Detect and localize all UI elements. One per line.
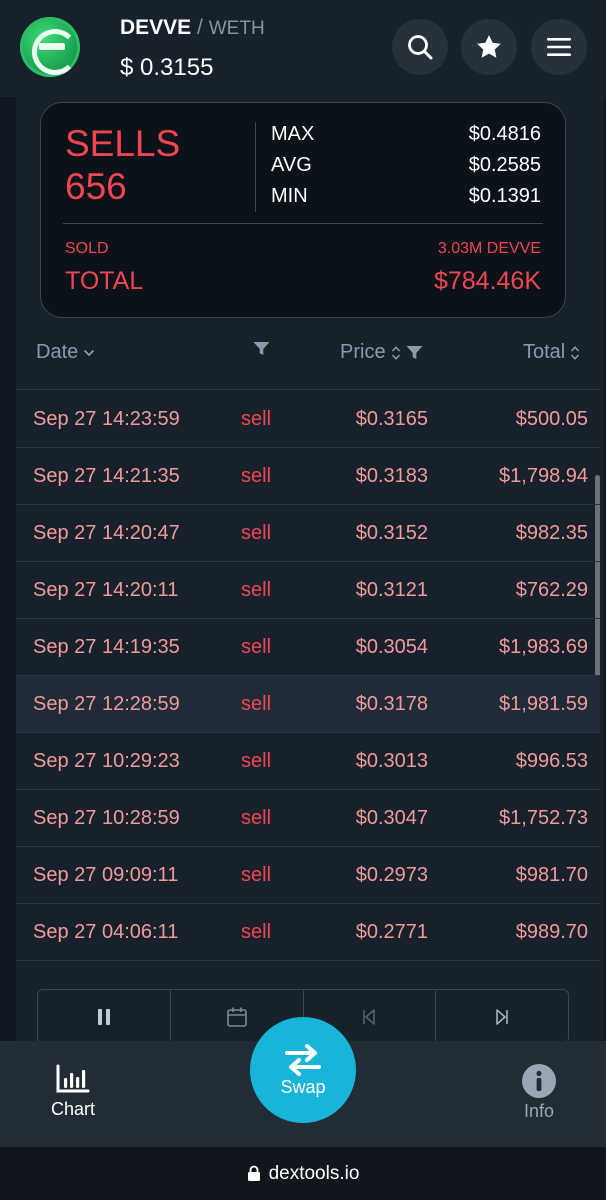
base-token: DEVVE (120, 16, 192, 39)
max-label: MAX (271, 123, 315, 145)
sells-label: SELLS (65, 123, 181, 164)
row-total: $762.29 (515, 579, 588, 601)
swap-arrows-icon (285, 1043, 321, 1076)
row-total: $1,983.69 (499, 636, 588, 658)
row-price: $0.2973 (355, 864, 428, 886)
lock-icon (247, 1165, 260, 1181)
row-total: $1,981.59 (499, 693, 588, 715)
token-logo (20, 17, 80, 77)
row-price: $0.3165 (355, 408, 428, 430)
pause-icon (97, 1008, 110, 1025)
table-row[interactable]: Sep 27 10:29:23 sell $0.3013 $996.53 (16, 733, 600, 790)
row-price: $0.3178 (355, 693, 428, 715)
table-row[interactable]: Sep 27 10:28:59 sell $0.3047 $1,752.73 (16, 790, 600, 847)
sells-count: 656 (65, 165, 127, 207)
summary-divider (255, 122, 256, 212)
row-total: $989.70 (515, 921, 588, 943)
total-value: $784.46K (433, 267, 541, 295)
table-row[interactable]: Sep 27 12:28:59 sell $0.3178 $1,981.59 (16, 676, 600, 733)
row-price: $0.3152 (355, 522, 428, 544)
summary-separator (63, 223, 543, 224)
menu-button[interactable] (531, 19, 587, 75)
row-price: $0.2771 (355, 921, 428, 943)
row-total: $1,752.73 (499, 807, 588, 829)
last-page-button[interactable] (436, 990, 568, 1043)
nav-info[interactable]: Info (489, 1063, 589, 1122)
column-type-filter[interactable] (253, 341, 270, 356)
table-row[interactable]: Sep 27 14:20:11 sell $0.3121 $762.29 (16, 562, 600, 619)
row-total: $996.53 (515, 750, 588, 772)
row-price: $0.3121 (355, 579, 428, 601)
column-total-label: Total (523, 341, 566, 363)
row-total: $500.05 (515, 408, 588, 430)
min-label: MIN (271, 185, 308, 207)
row-price: $0.3183 (355, 465, 428, 487)
table-row[interactable]: Sep 27 04:06:11 sell $0.2771 $989.70 (16, 904, 600, 961)
row-total: $982.35 (515, 522, 588, 544)
table-header-divider (16, 389, 600, 390)
table-row[interactable]: Sep 27 09:09:11 sell $0.2973 $981.70 (16, 847, 600, 904)
pair-title: DEVVE / WETH (120, 16, 265, 40)
star-icon (477, 35, 501, 58)
search-icon (408, 35, 433, 60)
column-date[interactable]: Date (36, 341, 95, 364)
column-date-label: Date (36, 341, 79, 363)
favorite-button[interactable] (461, 19, 517, 75)
column-total[interactable]: Total (523, 341, 580, 364)
total-label: TOTAL (65, 267, 144, 295)
table-row[interactable]: Sep 27 14:19:35 sell $0.3054 $1,983.69 (16, 619, 600, 676)
header: DEVVE / WETH $ 0.3155 (0, 0, 606, 97)
calendar-icon (226, 1007, 247, 1027)
sort-icon[interactable] (570, 345, 580, 361)
avg-value: $0.2585 (468, 154, 541, 176)
filter-icon[interactable] (406, 345, 423, 360)
swap-label: Swap (280, 1076, 326, 1097)
filter-icon (253, 342, 270, 355)
row-total: $981.70 (515, 864, 588, 886)
sells-heading: SELLS 656 (65, 123, 180, 208)
pause-button[interactable] (38, 990, 171, 1043)
sells-summary-card: SELLS 656 MAX $0.4816 AVG $0.2585 MIN $0… (40, 102, 566, 318)
chevron-down-icon (84, 349, 95, 356)
row-price: $0.3047 (355, 807, 428, 829)
table-row[interactable]: Sep 27 14:21:35 sell $0.3183 $1,798.94 (16, 448, 600, 505)
skip-back-icon (363, 1008, 376, 1025)
pair-separator: / (197, 16, 203, 39)
swap-button[interactable]: Swap (250, 1017, 356, 1123)
chart-icon (56, 1064, 90, 1093)
row-price: $0.3013 (355, 750, 428, 772)
url-text: dextools.io (268, 1162, 360, 1184)
row-total: $1,798.94 (499, 465, 588, 487)
max-value: $0.4816 (468, 123, 541, 145)
info-icon (522, 1064, 556, 1098)
min-value: $0.1391 (468, 185, 541, 207)
nav-chart[interactable]: Chart (23, 1063, 123, 1120)
column-price-label: Price (340, 341, 386, 363)
nav-chart-label: Chart (50, 1099, 95, 1119)
skip-forward-icon (496, 1008, 508, 1025)
table-row[interactable]: Sep 27 14:20:47 sell $0.3152 $982.35 (16, 505, 600, 562)
browser-url-bar[interactable]: dextools.io (0, 1147, 606, 1200)
quote-token: WETH (208, 18, 265, 39)
column-price[interactable]: Price (340, 341, 423, 364)
search-button[interactable] (392, 19, 448, 75)
nav-info-label: Info (523, 1101, 555, 1121)
row-price: $0.3054 (355, 636, 428, 658)
sold-amount: 3.03M DEVVE (437, 240, 541, 257)
sort-icon[interactable] (391, 345, 401, 361)
avg-label: AVG (271, 154, 312, 176)
table-row[interactable]: Sep 27 14:23:59 sell $0.3165 $500.05 (16, 391, 600, 448)
menu-icon (547, 38, 571, 56)
current-price: $ 0.3155 (120, 54, 214, 81)
sold-label: SOLD (65, 240, 109, 257)
